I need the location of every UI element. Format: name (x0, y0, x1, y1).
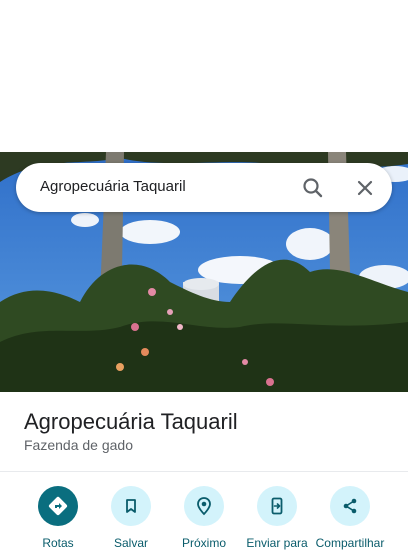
share-icon (330, 486, 370, 526)
directions-icon (38, 486, 78, 526)
bookmark-icon (111, 486, 151, 526)
directions-label: Rotas (42, 536, 74, 550)
top-blank-area (0, 0, 408, 152)
nearby-button[interactable]: Próximo (164, 486, 244, 556)
nearby-icon (184, 486, 224, 526)
search-icon[interactable] (300, 175, 326, 201)
directions-button[interactable]: Rotas (18, 486, 98, 556)
search-input[interactable]: Agropecuária Taquaril (40, 178, 186, 195)
share-label: Compartilhar (315, 536, 385, 550)
share-button[interactable]: Compartilhar (310, 486, 390, 556)
send-to-phone-label: Enviar para (246, 536, 308, 550)
search-bar[interactable]: Agropecuária Taquaril (16, 163, 392, 212)
nearby-label: Próximo (181, 536, 226, 550)
close-icon[interactable] (352, 175, 378, 201)
save-button[interactable]: Salvar (91, 486, 171, 556)
divider (0, 471, 408, 472)
send-to-phone-icon (257, 486, 297, 526)
place-title: Agropecuária Taquaril (24, 409, 238, 434)
save-label: Salvar (113, 536, 148, 550)
send-to-phone-button[interactable]: Enviar para (237, 486, 317, 556)
place-category: Fazenda de gado (24, 437, 133, 453)
